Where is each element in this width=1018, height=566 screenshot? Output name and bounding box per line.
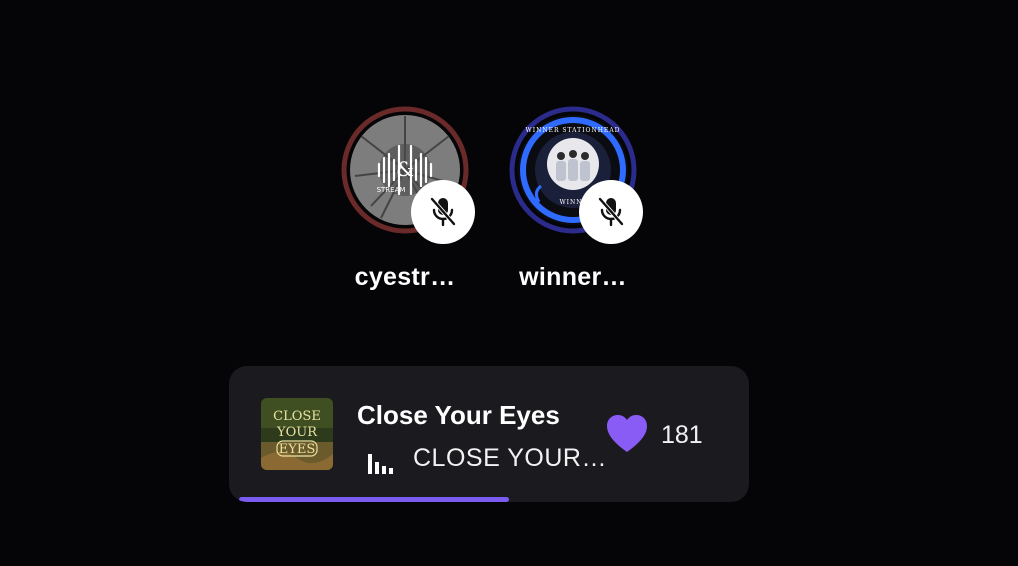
svg-text:STREAM: STREAM xyxy=(377,186,406,194)
host-name: cyestr… xyxy=(354,263,456,291)
host-cyestream[interactable]: & STREAM cyestr… xyxy=(315,106,495,306)
stage: & STREAM cyestr… WINNER STATIONHEAD WINN… xyxy=(0,0,1018,566)
like-count: 181 xyxy=(661,421,703,449)
mic-muted-icon xyxy=(598,197,624,227)
svg-text:WINNER STATIONHEAD: WINNER STATIONHEAD xyxy=(526,127,621,134)
svg-text:CLOSE: CLOSE xyxy=(273,409,321,424)
mic-muted-badge xyxy=(579,180,643,244)
close-your-eyes-album-art: CLOSE YOUR EYES xyxy=(261,398,333,470)
mic-muted-badge xyxy=(411,180,475,244)
track-subtitle: CLOSE YOUR… xyxy=(413,444,607,472)
album-art: CLOSE YOUR EYES xyxy=(261,398,333,470)
host-winner[interactable]: WINNER STATIONHEAD WINNERS winner… xyxy=(483,106,663,306)
progress-fill xyxy=(239,497,509,502)
now-playing-bar[interactable]: CLOSE YOUR EYES Close Your Eyes CLOSE YO… xyxy=(229,366,749,502)
svg-text:&: & xyxy=(396,157,414,181)
equalizer-icon xyxy=(368,454,393,474)
svg-text:YOUR: YOUR xyxy=(276,425,318,440)
progress-bar[interactable] xyxy=(229,497,749,502)
mic-muted-icon xyxy=(430,197,456,227)
svg-text:EYES: EYES xyxy=(279,442,315,457)
track-title: Close Your Eyes xyxy=(357,400,560,430)
heart-icon[interactable] xyxy=(605,414,649,454)
host-name: winner… xyxy=(519,263,627,291)
